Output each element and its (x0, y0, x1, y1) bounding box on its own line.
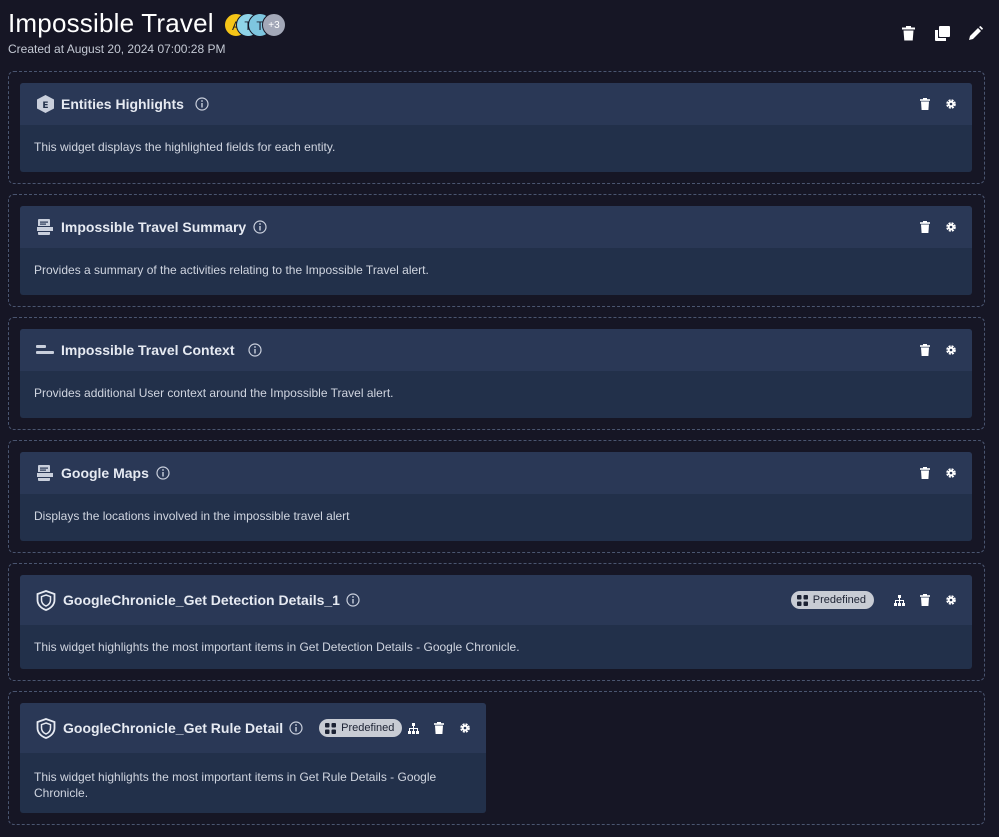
info-icon[interactable] (346, 593, 360, 607)
trash-icon (920, 221, 930, 233)
delete-widget-button[interactable] (918, 97, 932, 111)
info-icon[interactable] (156, 466, 170, 480)
widget-row: Impossible Travel Context Provides addit… (8, 317, 985, 430)
widget-row: GoogleChronicle_Get Detection Details_1 … (8, 563, 985, 681)
gear-icon (946, 99, 956, 109)
widget-impossible-travel-summary[interactable]: Impossible Travel Summary Provides a sum… (20, 206, 972, 295)
edit-dashboard-button[interactable] (967, 24, 985, 42)
widget-description: Provides a summary of the activities rel… (34, 263, 429, 277)
widget-googlechronicle-get-rule-detail[interactable]: GoogleChronicle_Get Rule Detail Predefin… (20, 703, 486, 813)
svg-text:E: E (42, 101, 48, 111)
html-icon (35, 463, 55, 483)
avatar-more-count[interactable]: +3 (262, 13, 286, 37)
widget-title: Impossible Travel Summary (61, 219, 247, 235)
widgets-grid-icon (796, 594, 808, 606)
widget-title: Google Maps (61, 465, 149, 481)
page-header: Impossible Travel Created at August 20, … (0, 0, 999, 62)
trash-icon (901, 25, 915, 40)
delete-widget-button[interactable] (918, 593, 932, 607)
entity-icon: E (35, 94, 55, 114)
delete-widget-button[interactable] (918, 220, 932, 234)
duplicate-dashboard-button[interactable] (933, 24, 951, 42)
gear-icon (946, 345, 956, 355)
widget-settings-button[interactable] (944, 343, 958, 357)
widget-settings-button[interactable] (944, 97, 958, 111)
widget-row: Google Maps Displays the locations invol… (8, 440, 985, 553)
trash-icon (920, 594, 930, 606)
info-icon[interactable] (289, 721, 303, 735)
shield-icon (35, 717, 57, 739)
info-icon[interactable] (247, 343, 262, 357)
trash-icon (920, 98, 930, 110)
hierarchy-icon (893, 594, 905, 606)
badge-label: Predefined (812, 594, 866, 606)
created-timestamp: Created at August 20, 2024 07:00:28 PM (8, 42, 226, 56)
predefined-badge: Predefined (790, 591, 874, 609)
gear-icon (946, 595, 956, 605)
info-icon[interactable] (195, 97, 209, 111)
widget-settings-button[interactable] (944, 593, 958, 607)
pencil-icon (969, 26, 983, 40)
widget-description: This widget highlights the most importan… (34, 770, 437, 800)
badge-label: Predefined (341, 722, 395, 734)
predefined-badge: Predefined (319, 719, 403, 737)
page-title: Impossible Travel (8, 8, 214, 38)
widget-row: E Entities Highlights This widget displa… (8, 71, 985, 184)
widget-hierarchy-button[interactable] (406, 721, 420, 735)
delete-widget-button[interactable] (432, 721, 446, 735)
widget-google-maps[interactable]: Google Maps Displays the locations invol… (20, 452, 972, 541)
widget-row: Impossible Travel Summary Provides a sum… (8, 194, 985, 307)
gear-icon (946, 222, 956, 232)
widget-description: Displays the locations involved in the i… (34, 509, 350, 523)
trash-icon (920, 344, 930, 356)
gear-icon (460, 723, 470, 733)
gear-icon (946, 468, 956, 478)
widget-entities-highlights[interactable]: E Entities Highlights This widget displa… (20, 83, 972, 172)
widget-title: Entities Highlights (61, 96, 184, 112)
text-lines-icon (35, 340, 55, 360)
widget-settings-button[interactable] (458, 721, 472, 735)
widget-settings-button[interactable] (944, 466, 958, 480)
widget-row: GoogleChronicle_Get Rule Detail Predefin… (8, 691, 985, 825)
html-icon (35, 217, 55, 237)
copy-icon (934, 25, 950, 41)
widget-title: Impossible Travel Context (61, 342, 235, 358)
widget-title: GoogleChronicle_Get Rule Detail (63, 720, 284, 736)
widget-impossible-travel-context[interactable]: Impossible Travel Context Provides addit… (20, 329, 972, 418)
hierarchy-icon (407, 722, 419, 734)
shield-icon (35, 589, 57, 611)
delete-widget-button[interactable] (918, 343, 932, 357)
widgets-grid-icon (325, 722, 337, 734)
trash-icon (920, 467, 930, 479)
widget-title: GoogleChronicle_Get Detection Details_1 (63, 592, 340, 608)
widget-description: This widget displays the highlighted fie… (34, 140, 336, 154)
widget-description: Provides additional User context around … (34, 386, 394, 400)
widget-hierarchy-button[interactable] (892, 593, 906, 607)
delete-dashboard-button[interactable] (899, 24, 917, 42)
delete-widget-button[interactable] (918, 466, 932, 480)
widget-description: This widget highlights the most importan… (34, 640, 520, 654)
trash-icon (434, 722, 444, 734)
info-icon[interactable] (253, 220, 267, 234)
widget-googlechronicle-get-detection-details[interactable]: GoogleChronicle_Get Detection Details_1 … (20, 575, 972, 669)
widget-settings-button[interactable] (944, 220, 958, 234)
